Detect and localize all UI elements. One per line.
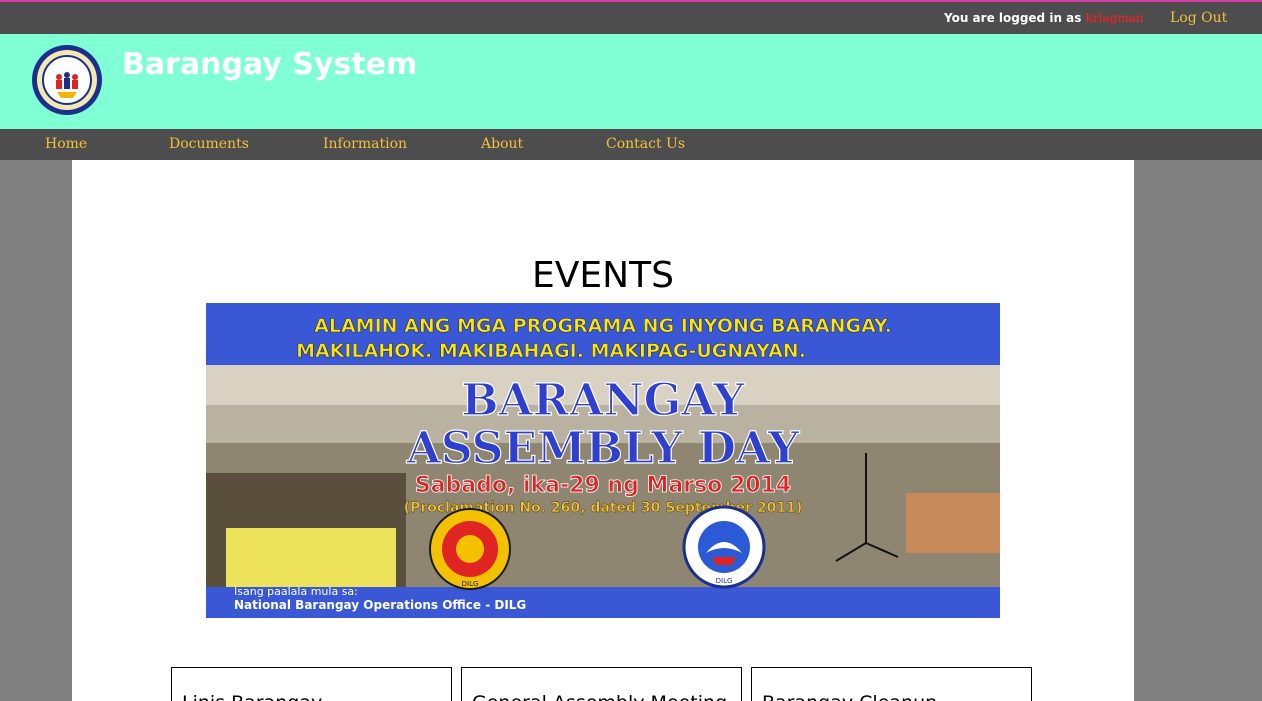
seal-right-text: DILG	[716, 577, 733, 585]
events-banner-graphic: ALAMIN ANG MGA PROGRAMA NG INYONG BARANG…	[206, 303, 1000, 618]
events-heading: EVENTS	[532, 255, 674, 296]
banner-line-2: MAKILAHOK. MAKIBAHAGI. MAKIPAG-UGNAYAN.	[296, 340, 806, 362]
banner-title-2: ASSEMBLY DAY	[406, 423, 800, 474]
main-content: EVENTS ALAMIN ANG MGA PROGRAMA NG INYONG…	[72, 160, 1134, 701]
banner-date: Sabado, ika-29 ng Marso 2014	[415, 473, 791, 498]
banner-line-1: ALAMIN ANG MGA PROGRAMA NG INYONG BARANG…	[314, 315, 892, 337]
nav-home[interactable]: Home	[45, 136, 87, 152]
nav-contact-us[interactable]: Contact Us	[606, 136, 685, 152]
username-link[interactable]: krlagman	[1086, 11, 1144, 25]
nav-about[interactable]: About	[481, 136, 523, 152]
barangay-logo	[31, 44, 103, 116]
seal-left-text: DILG	[462, 580, 479, 588]
login-status: You are logged in as krlagman	[944, 11, 1144, 25]
banner-office: National Barangay Operations Office - DI…	[234, 598, 526, 612]
nav-documents[interactable]: Documents	[169, 136, 249, 152]
nboo-seal-right: DILG	[682, 505, 766, 589]
event-card[interactable]: Linis Barangay	[171, 667, 452, 701]
main-nav: Home Documents Information About Contact…	[0, 129, 1262, 160]
event-card-title: General Assembly Meeting	[472, 692, 727, 701]
dilg-seal-left: DILG	[429, 508, 511, 590]
login-status-label: You are logged in as	[944, 11, 1082, 25]
event-card[interactable]: Barangay Cleanup	[751, 667, 1032, 701]
events-banner-image: ALAMIN ANG MGA PROGRAMA NG INYONG BARANG…	[206, 303, 1000, 618]
nav-information[interactable]: Information	[323, 136, 407, 152]
top-bar: You are logged in as krlagman Log Out	[0, 2, 1262, 34]
site-header: Barangay System	[0, 34, 1262, 129]
event-card-title: Barangay Cleanup	[762, 692, 937, 701]
logout-link[interactable]: Log Out	[1170, 10, 1227, 26]
event-card-title: Linis Barangay	[182, 692, 322, 701]
banner-reminder-label: Isang paalala mula sa:	[234, 585, 358, 598]
event-card[interactable]: General Assembly Meeting	[461, 667, 742, 701]
site-title: Barangay System	[122, 47, 418, 82]
banner-title-1: BARANGAY	[461, 375, 745, 426]
